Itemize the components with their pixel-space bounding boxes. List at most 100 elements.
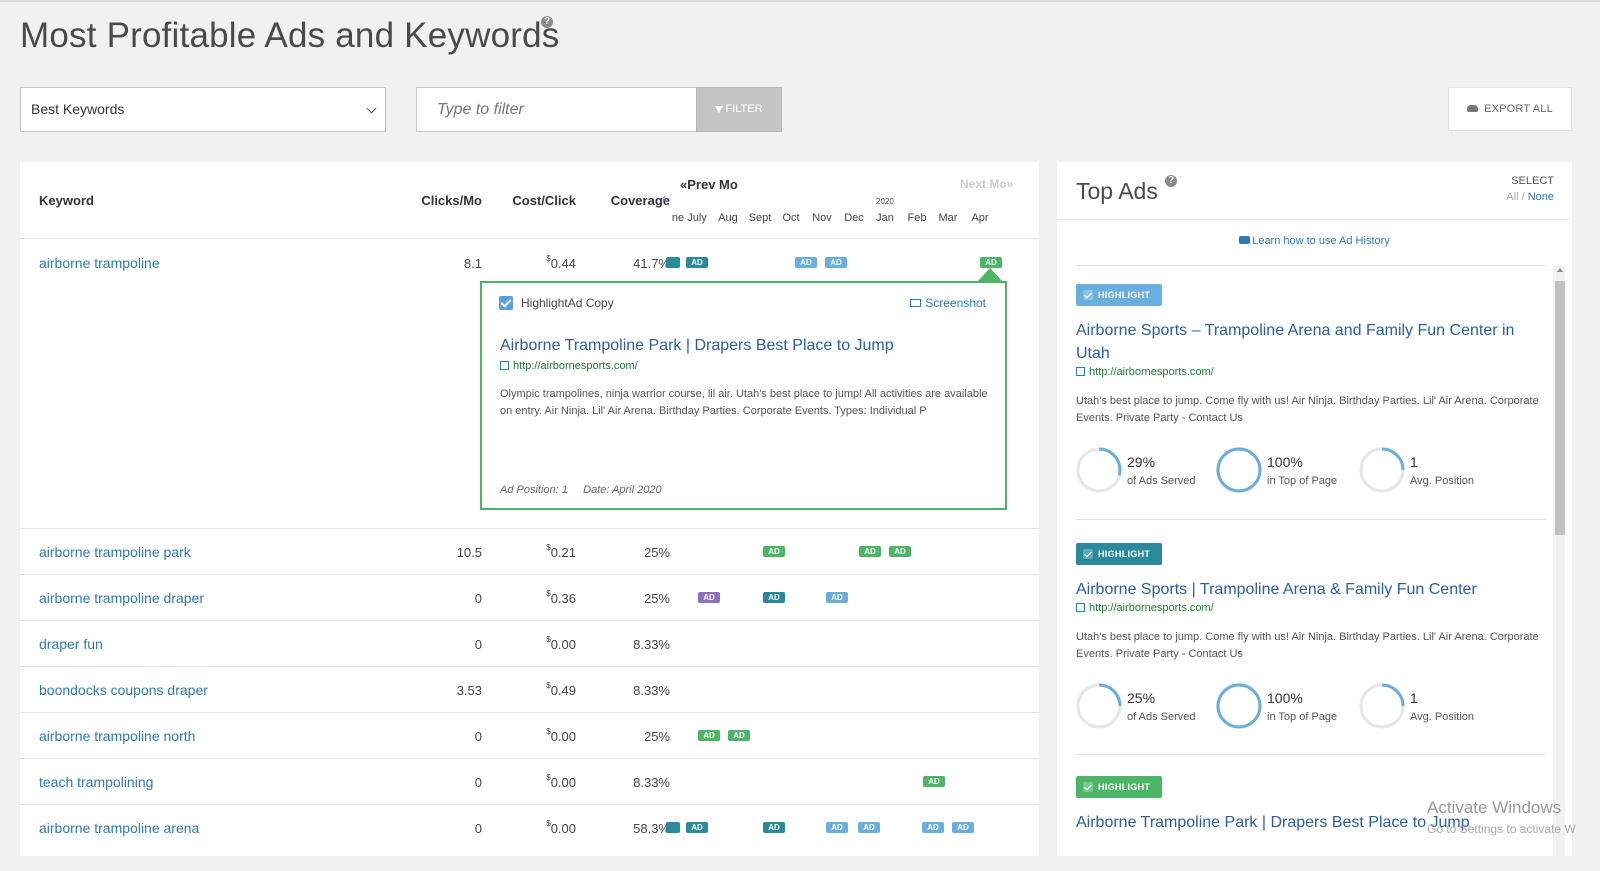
cost-value: $0.00 bbox=[494, 635, 576, 652]
currency-symbol: $ bbox=[546, 543, 551, 552]
currency-symbol: $ bbox=[546, 635, 551, 644]
highlight-button[interactable]: HIGHLIGHT bbox=[1076, 284, 1163, 306]
check-icon bbox=[1083, 289, 1093, 300]
ad-badge[interactable]: AD bbox=[728, 730, 750, 741]
keyword-link[interactable]: airborne trampoline draper bbox=[39, 590, 204, 606]
cost-value: $0.44 bbox=[494, 254, 576, 271]
help-icon[interactable]: ? bbox=[1165, 175, 1177, 187]
select-options: All / None bbox=[1506, 191, 1554, 203]
ad-badge[interactable]: AD bbox=[859, 546, 881, 557]
screenshot-link[interactable]: Screenshot bbox=[910, 296, 986, 310]
ad-badge[interactable]: AD bbox=[923, 776, 945, 787]
divider bbox=[1076, 754, 1546, 755]
coverage-value: 8.33% bbox=[633, 637, 670, 652]
clicks-value: 3.53 bbox=[456, 683, 482, 698]
ad-title[interactable]: Airborne Trampoline Park | Drapers Best … bbox=[500, 337, 894, 355]
keyword-link[interactable]: boondocks coupons draper bbox=[39, 682, 208, 698]
ad-badge[interactable]: AD bbox=[825, 257, 847, 268]
ad-url[interactable]: http://airbornesports.com/ bbox=[1076, 602, 1214, 614]
ad-badge[interactable]: AD bbox=[952, 822, 974, 833]
ad-badge[interactable] bbox=[666, 822, 680, 833]
top-of-page-ring bbox=[1216, 683, 1262, 729]
scrollbar-thumb[interactable] bbox=[1555, 281, 1565, 535]
keyword-link[interactable]: draper fun bbox=[39, 636, 103, 652]
ad-badge[interactable] bbox=[666, 257, 680, 268]
learn-ad-history-link[interactable]: Learn how to use Ad History bbox=[1057, 235, 1572, 247]
filter-button[interactable]: FILTER bbox=[696, 87, 782, 132]
ad-badge[interactable]: AD bbox=[980, 257, 1002, 268]
coverage-value: 25% bbox=[643, 545, 670, 560]
divider bbox=[1076, 519, 1546, 520]
header-keyword[interactable]: Keyword bbox=[39, 193, 94, 208]
keyword-link[interactable]: airborne trampoline park bbox=[39, 544, 191, 560]
ad-card: HIGHLIGHT Airborne Sports – Trampoline A… bbox=[1076, 284, 1546, 520]
ad-url[interactable]: http://airbornesports.com/ bbox=[500, 360, 638, 372]
keyword-table-panel: Keyword Clicks/Mo Cost/Click Coverage «P… bbox=[20, 162, 1039, 856]
keyword-link[interactable]: airborne trampoline bbox=[39, 255, 160, 271]
highlight-button[interactable]: HIGHLIGHT bbox=[1076, 776, 1163, 798]
ad-badge[interactable]: AD bbox=[795, 257, 817, 268]
ads-served-value: 29% bbox=[1127, 454, 1156, 470]
help-icon[interactable]: ? bbox=[541, 16, 553, 28]
highlight-button[interactable]: HIGHLIGHT bbox=[1076, 543, 1163, 565]
ad-badge[interactable]: AD bbox=[889, 546, 911, 557]
highlight-checkbox[interactable] bbox=[499, 296, 513, 310]
coverage-value: 41.7% bbox=[633, 256, 670, 271]
ad-title[interactable]: Airborne Sports – Trampoline Arena and F… bbox=[1076, 319, 1546, 365]
ad-badge[interactable]: AD bbox=[698, 730, 720, 741]
keyword-type-select[interactable]: Best Keywords bbox=[20, 87, 386, 132]
keyword-link[interactable]: airborne trampoline arena bbox=[39, 820, 199, 836]
coverage-value: 58.3% bbox=[633, 821, 670, 836]
filter-input[interactable] bbox=[416, 87, 697, 132]
select-none-link[interactable]: None bbox=[1528, 191, 1554, 203]
ad-url-text: http://airbornesports.com/ bbox=[1089, 602, 1214, 614]
ad-title[interactable]: Airborne Sports | Trampoline Arena & Fam… bbox=[1076, 578, 1546, 601]
ads-served-ring bbox=[1076, 683, 1122, 729]
ad-badge[interactable]: AD bbox=[922, 822, 944, 833]
currency-symbol: $ bbox=[546, 819, 551, 828]
cost-amount: 0.00 bbox=[550, 821, 576, 836]
scroll-up-arrow[interactable] bbox=[1557, 268, 1563, 272]
ad-url-text: http://airbornesports.com/ bbox=[1089, 366, 1214, 378]
ad-badge[interactable]: AD bbox=[763, 546, 785, 557]
table-row: airborne trampoline north 0 $0.00 25% AD… bbox=[20, 713, 1039, 759]
ad-badge[interactable]: AD bbox=[858, 822, 880, 833]
ad-url[interactable]: http://airbornesports.com/ bbox=[1076, 366, 1214, 378]
select-all-link[interactable]: All bbox=[1506, 191, 1518, 203]
ad-badge[interactable]: AD bbox=[826, 592, 848, 603]
top-of-page-ring bbox=[1216, 447, 1262, 493]
next-month-button[interactable]: Next Mo» bbox=[960, 177, 1013, 191]
month-label: Dec bbox=[844, 212, 864, 224]
prev-month-button[interactable]: «Prev Mo bbox=[680, 177, 738, 192]
table-row: teach trampolining 0 $0.00 8.33% AD bbox=[20, 759, 1039, 805]
external-link-icon bbox=[500, 360, 509, 370]
select-label: SELECT bbox=[1511, 175, 1554, 187]
header-cost[interactable]: Cost/Click bbox=[494, 193, 576, 208]
top-of-page-value: 100% bbox=[1267, 454, 1303, 470]
chevron-left-icon[interactable]: ‹ bbox=[662, 190, 666, 205]
ad-badge[interactable]: AD bbox=[686, 257, 708, 268]
cost-value: $0.49 bbox=[494, 681, 576, 698]
header-coverage[interactable]: Coverage bbox=[576, 193, 670, 208]
highlight-button-label: HIGHLIGHT bbox=[1098, 290, 1151, 300]
ad-badge[interactable]: AD bbox=[763, 592, 785, 603]
year-label: 2020 bbox=[876, 197, 894, 206]
keyword-link[interactable]: airborne trampoline north bbox=[39, 728, 195, 744]
ad-badge[interactable]: AD bbox=[698, 592, 720, 603]
cost-value: $0.00 bbox=[494, 727, 576, 744]
divider bbox=[1076, 265, 1546, 266]
header-clicks[interactable]: Clicks/Mo bbox=[400, 193, 482, 208]
ad-badge[interactable]: AD bbox=[763, 822, 785, 833]
ad-badge[interactable]: AD bbox=[826, 822, 848, 833]
ad-description: Utah's best place to jump. Come fly with… bbox=[1076, 631, 1539, 660]
page-title: Most Profitable Ads and Keywords bbox=[20, 16, 560, 55]
avg-position-ring bbox=[1359, 447, 1405, 493]
ads-served-value: 25% bbox=[1127, 690, 1156, 706]
filter-button-label: FILTER bbox=[725, 103, 763, 115]
ad-badge[interactable]: AD bbox=[686, 822, 708, 833]
ads-served-ring bbox=[1076, 447, 1122, 493]
cost-amount: 0.00 bbox=[550, 729, 576, 744]
export-all-button[interactable]: EXPORT ALL bbox=[1448, 87, 1572, 131]
keyword-link[interactable]: teach trampolining bbox=[39, 774, 153, 790]
avg-position-value: 1 bbox=[1410, 454, 1418, 470]
